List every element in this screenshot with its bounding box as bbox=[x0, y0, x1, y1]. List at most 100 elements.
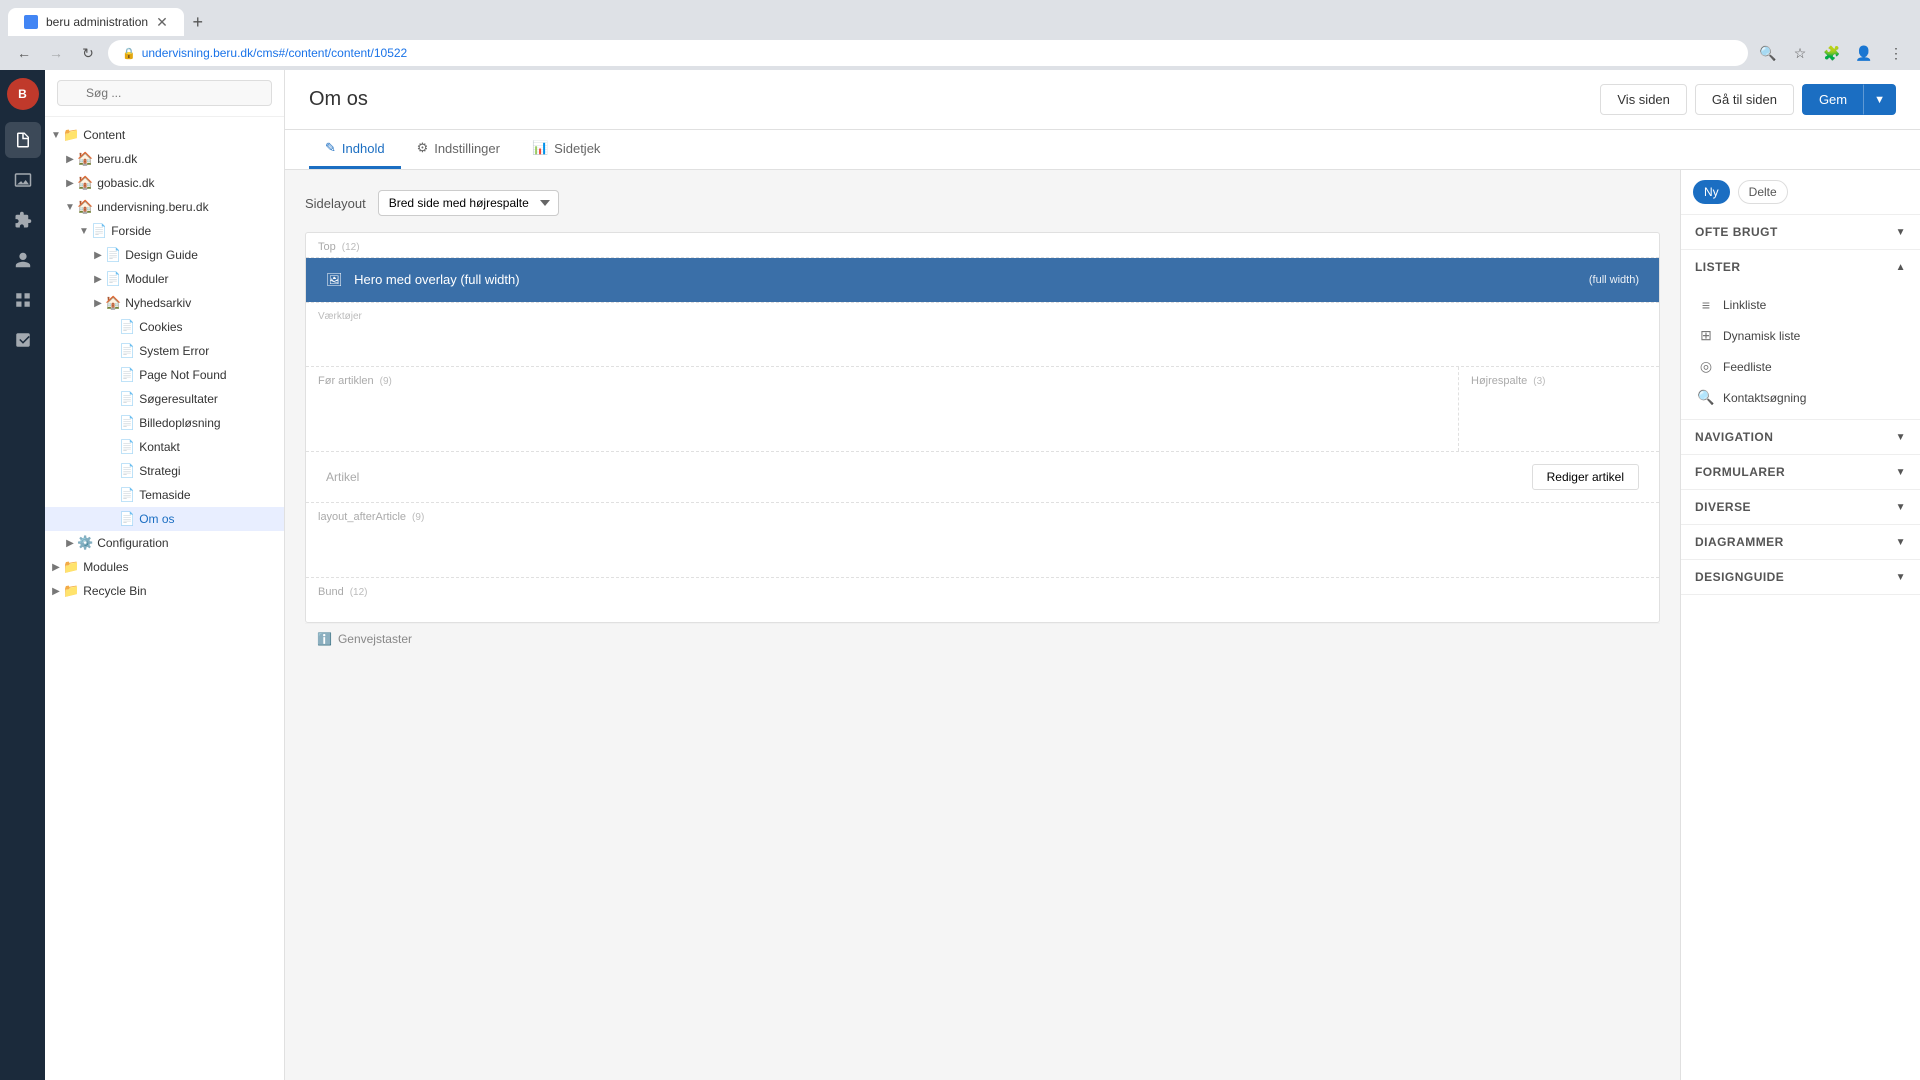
active-tab[interactable]: beru administration ✕ bbox=[8, 8, 184, 36]
section-diagrammer-header[interactable]: DIAGRAMMER ▼ bbox=[1681, 525, 1920, 559]
gem-dropdown-arrow[interactable]: ▼ bbox=[1863, 84, 1896, 115]
section-designguide: DESIGNGUIDE ▼ bbox=[1681, 560, 1920, 595]
section-lister: LISTER ▲ ≡ Linkliste ⊞ Dynamisk liste bbox=[1681, 250, 1920, 420]
tree-item-nyhedsarkiv[interactable]: ▶ 🏠 Nyhedsarkiv bbox=[45, 291, 284, 315]
address-bar: ← → ↻ 🔒 undervisning.beru.dk/cms#/conten… bbox=[0, 36, 1920, 70]
tab-close-icon[interactable]: ✕ bbox=[156, 15, 168, 29]
tree-item-content[interactable]: ▼ 📁 Content bbox=[45, 123, 284, 147]
avatar[interactable]: B bbox=[7, 78, 39, 110]
zone-bund: Bund (12) bbox=[306, 578, 1659, 622]
user-nav-icon[interactable] bbox=[5, 242, 41, 278]
media-nav-icon[interactable] bbox=[5, 162, 41, 198]
sidelayout-select[interactable]: Bred side med højrespalteFuld breddeSmal… bbox=[378, 190, 559, 216]
section-navigation-header[interactable]: NAVIGATION ▼ bbox=[1681, 420, 1920, 454]
zone-hoejrespalte-content bbox=[1459, 391, 1659, 451]
chevron-down-icon: ▼ bbox=[1896, 467, 1906, 478]
chevron-down-icon: ▼ bbox=[77, 226, 91, 237]
tree-label: Forside bbox=[111, 224, 151, 238]
zone-hero: 🖼 Hero med overlay (full width) (full wi… bbox=[306, 258, 1659, 303]
url-bar[interactable]: 🔒 undervisning.beru.dk/cms#/content/cont… bbox=[108, 40, 1748, 66]
page-icon: 📄 bbox=[119, 439, 135, 455]
panel-tab-delte[interactable]: Delte bbox=[1738, 180, 1788, 204]
zone-layout-after-article-content bbox=[306, 527, 1659, 577]
layout-toolbar: Sidelayout Bred side med højrespalteFuld… bbox=[305, 190, 1660, 216]
zone-foer-artiklen-content bbox=[306, 391, 1458, 451]
gem-button[interactable]: Gem bbox=[1802, 84, 1863, 115]
genvejstaster-bar[interactable]: ℹ️ Genvejstaster bbox=[305, 623, 1660, 654]
section-diverse-label: DIVERSE bbox=[1695, 500, 1751, 514]
browser-action-menu[interactable]: ⋮ bbox=[1884, 41, 1908, 65]
section-lister-header[interactable]: LISTER ▲ bbox=[1681, 250, 1920, 284]
chart-nav-icon[interactable] bbox=[5, 322, 41, 358]
tree-item-om-os[interactable]: 📄 Om os bbox=[45, 507, 284, 531]
chevron-down-icon: ▼ bbox=[63, 202, 77, 213]
browser-action-extensions[interactable]: 🧩 bbox=[1820, 41, 1844, 65]
chevron-down-icon: ▼ bbox=[1896, 502, 1906, 513]
tree-label: Moduler bbox=[125, 272, 168, 286]
panel-item-linkliste[interactable]: ≡ Linkliste bbox=[1681, 290, 1920, 320]
plugin-nav-icon[interactable] bbox=[5, 202, 41, 238]
ga-til-siden-button[interactable]: Gå til siden bbox=[1695, 84, 1794, 115]
section-diagrammer: DIAGRAMMER ▼ bbox=[1681, 525, 1920, 560]
tree-item-modules[interactable]: ▶ 📁 Modules bbox=[45, 555, 284, 579]
content-nav-icon[interactable] bbox=[5, 122, 41, 158]
chevron-right-icon: ▶ bbox=[91, 298, 105, 309]
feedliste-icon: ◎ bbox=[1697, 358, 1715, 375]
search-input[interactable] bbox=[57, 80, 272, 106]
tree-item-billedoplosning[interactable]: 📄 Billedopløsning bbox=[45, 411, 284, 435]
forward-button[interactable]: → bbox=[44, 41, 68, 65]
tree-label: System Error bbox=[139, 344, 209, 358]
section-ofte-brugt-label: OFTE BRUGT bbox=[1695, 225, 1778, 239]
dynamisk-liste-icon: ⊞ bbox=[1697, 327, 1715, 344]
tree-item-moduler[interactable]: ▶ 📄 Moduler bbox=[45, 267, 284, 291]
panel-item-feedliste[interactable]: ◎ Feedliste bbox=[1681, 351, 1920, 382]
tab-indstillinger[interactable]: ⚙ Indstillinger bbox=[401, 130, 516, 169]
section-designguide-header[interactable]: DESIGNGUIDE ▼ bbox=[1681, 560, 1920, 594]
grid-nav-icon[interactable] bbox=[5, 282, 41, 318]
reload-button[interactable]: ↻ bbox=[76, 41, 100, 65]
browser-action-profile[interactable]: 👤 bbox=[1852, 41, 1876, 65]
back-button[interactable]: ← bbox=[12, 41, 36, 65]
browser-action-bookmark[interactable]: ☆ bbox=[1788, 41, 1812, 65]
tab-sidetjek[interactable]: 📊 Sidetjek bbox=[516, 130, 616, 169]
tab-indhold-label: Indhold bbox=[342, 141, 385, 156]
tree-item-design-guide[interactable]: ▶ 📄 Design Guide bbox=[45, 243, 284, 267]
tree-item-recycle-bin[interactable]: ▶ 📁 Recycle Bin bbox=[45, 579, 284, 603]
section-diverse: DIVERSE ▼ bbox=[1681, 490, 1920, 525]
app: B 🔍 ▼ 📁 bbox=[0, 70, 1920, 1080]
tree-item-configuration[interactable]: ▶ ⚙️ Configuration bbox=[45, 531, 284, 555]
zone-bund-content bbox=[306, 602, 1659, 622]
tree-item-kontakt[interactable]: 📄 Kontakt bbox=[45, 435, 284, 459]
tree-item-strategi[interactable]: 📄 Strategi bbox=[45, 459, 284, 483]
tree-label: gobasic.dk bbox=[97, 176, 154, 190]
browser-action-search[interactable]: 🔍 bbox=[1756, 41, 1780, 65]
tree-item-forside[interactable]: ▼ 📄 Forside bbox=[45, 219, 284, 243]
tab-indhold[interactable]: ✎ Indhold bbox=[309, 130, 401, 169]
tree-label: Page Not Found bbox=[139, 368, 226, 382]
panel-tab-ny[interactable]: Ny bbox=[1693, 180, 1730, 204]
section-ofte-brugt-header[interactable]: OFTE BRUGT ▼ bbox=[1681, 215, 1920, 249]
dynamisk-liste-label: Dynamisk liste bbox=[1723, 329, 1800, 343]
tree-item-beru-dk[interactable]: ▶ 🏠 beru.dk bbox=[45, 147, 284, 171]
chevron-right-icon: ▶ bbox=[49, 562, 63, 573]
chevron-right-icon: ▶ bbox=[63, 178, 77, 189]
tree-item-temaside[interactable]: 📄 Temaside bbox=[45, 483, 284, 507]
vis-siden-button[interactable]: Vis siden bbox=[1600, 84, 1687, 115]
panel-item-dynamisk-liste[interactable]: ⊞ Dynamisk liste bbox=[1681, 320, 1920, 351]
tree-item-gobasic-dk[interactable]: ▶ 🏠 gobasic.dk bbox=[45, 171, 284, 195]
rediger-artikel-button[interactable]: Rediger artikel bbox=[1532, 464, 1639, 490]
tree-item-soegeresultater[interactable]: 📄 Søgeresultater bbox=[45, 387, 284, 411]
tree-item-page-not-found[interactable]: 📄 Page Not Found bbox=[45, 363, 284, 387]
section-formularer-header[interactable]: FORMULARER ▼ bbox=[1681, 455, 1920, 489]
tree-item-system-error[interactable]: 📄 System Error bbox=[45, 339, 284, 363]
zone-foer-artiklen-label: Før artiklen (9) bbox=[306, 367, 1458, 391]
tree-label: Søgeresultater bbox=[139, 392, 218, 406]
tree-item-cookies[interactable]: 📄 Cookies bbox=[45, 315, 284, 339]
hero-block[interactable]: 🖼 Hero med overlay (full width) (full wi… bbox=[306, 258, 1659, 302]
section-diverse-header[interactable]: DIVERSE ▼ bbox=[1681, 490, 1920, 524]
tree-item-undervisning-beru-dk[interactable]: ▼ 🏠 undervisning.beru.dk bbox=[45, 195, 284, 219]
folder-icon: 📁 bbox=[63, 127, 79, 143]
panel-item-kontaktsoegning[interactable]: 🔍 Kontaktsøgning bbox=[1681, 382, 1920, 413]
new-tab-button[interactable]: + bbox=[184, 8, 212, 36]
page-icon: 📄 bbox=[119, 391, 135, 407]
